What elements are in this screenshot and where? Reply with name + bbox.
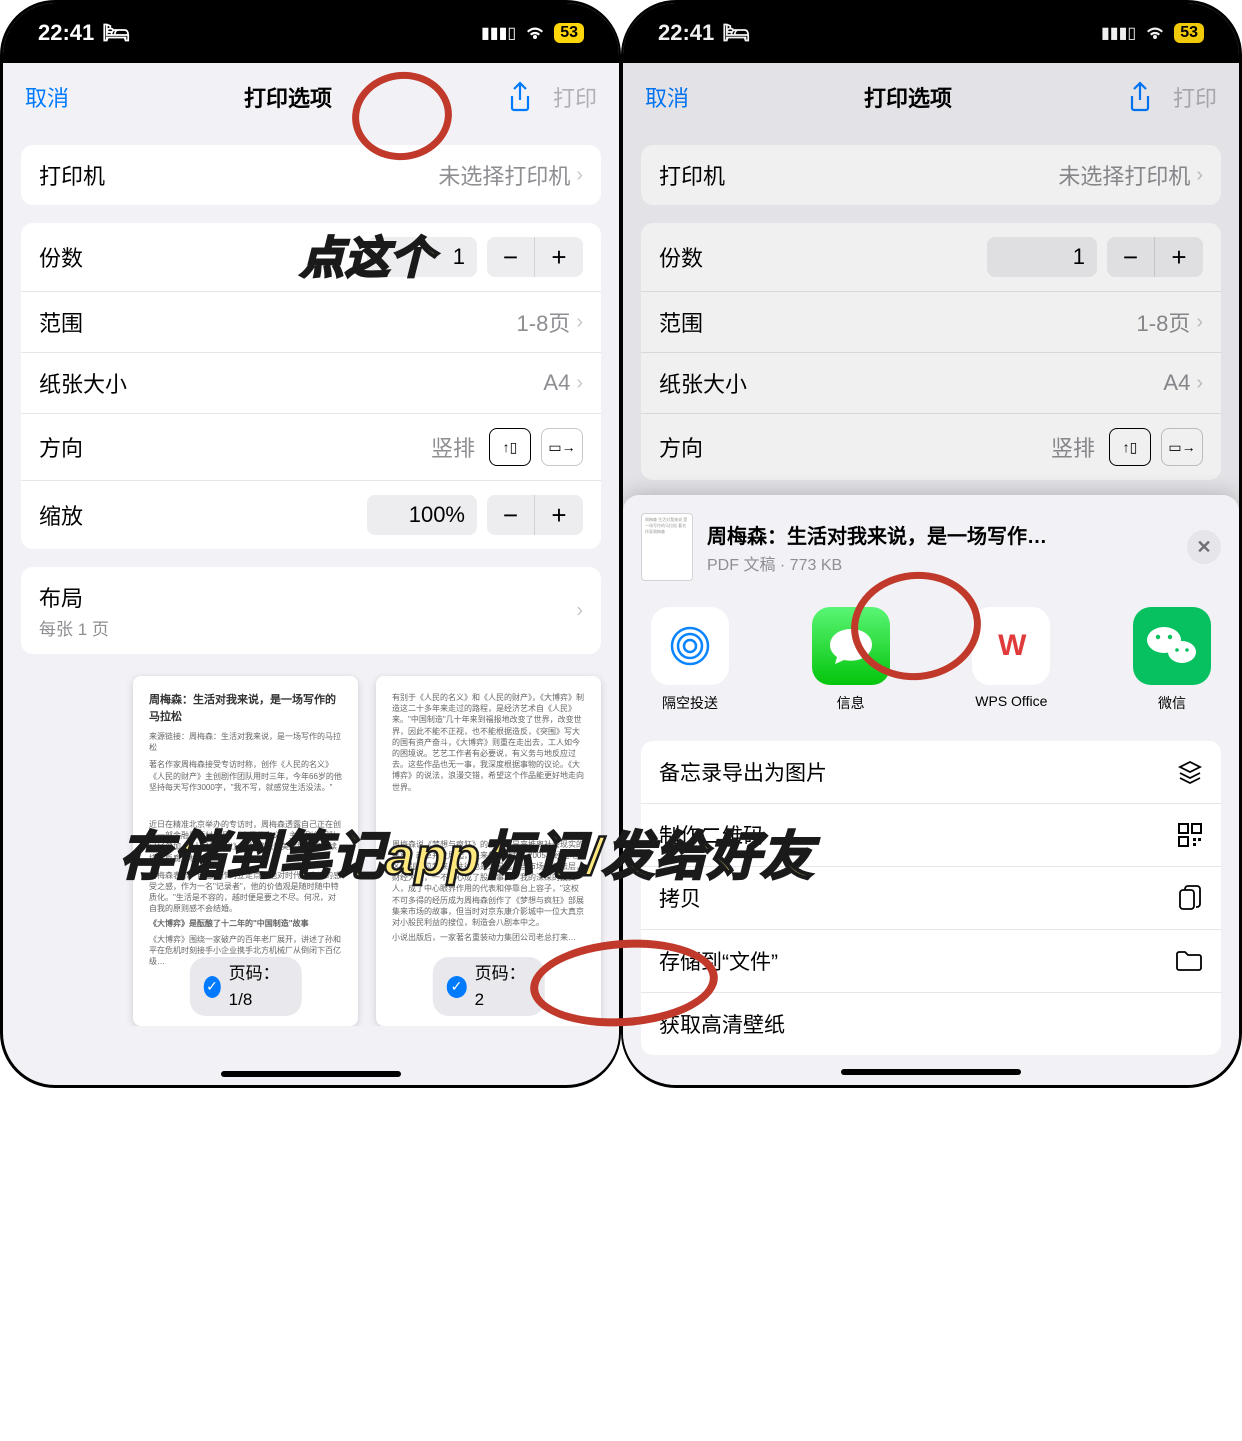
copy-icon [1177, 884, 1203, 912]
wechat-icon [1133, 607, 1211, 685]
close-button[interactable]: ✕ [1187, 530, 1221, 564]
dynamic-island [236, 14, 376, 52]
home-indicator[interactable] [841, 1069, 1021, 1075]
printer-row[interactable]: 打印机 未选择打印机 › [21, 145, 601, 205]
nav-bar: 取消 打印选项 打印 [3, 63, 619, 127]
copies-row: 份数 − + [21, 223, 601, 292]
file-thumbnail: 周梅森 生活对我来说 是一场写作的马拉松 著名作家周梅森 [641, 513, 693, 581]
layers-icon [1177, 759, 1203, 785]
status-bar: 22:41 🛏 ▮▮▮▯ 53 [3, 3, 619, 63]
status-time: 22:41 [38, 20, 94, 46]
page-thumbnail-1[interactable]: 周梅森：生活对我来说，是一场写作的马拉松 来源链接：周梅森：生活对我来说，是一场… [133, 676, 358, 1026]
qrcode-icon [1177, 822, 1203, 848]
home-indicator[interactable] [221, 1071, 401, 1077]
check-icon: ✓ [203, 976, 220, 998]
cancel-button[interactable]: 取消 [25, 81, 69, 113]
orientation-label: 方向 [39, 431, 83, 463]
file-title: 周梅森：生活对我来说，是一场写作… [707, 520, 1173, 549]
messages-icon [812, 607, 890, 685]
chevron-right-icon: › [576, 311, 583, 334]
portrait-button[interactable]: ↑▯ [489, 428, 531, 466]
scale-row: 缩放 − + [21, 481, 601, 549]
phone-right: 22:41 🛏 ▮▮▮▯ 53 取消 打印选项 打印 [621, 0, 1242, 1088]
battery-icon: 53 [554, 23, 584, 43]
paper-value: A4 [543, 370, 570, 396]
action-wallpaper[interactable]: 获取高清壁纸 [641, 993, 1221, 1055]
paper-row[interactable]: 纸张大小 A4 › [21, 353, 601, 414]
app-airdrop[interactable]: 隔空投送 [645, 607, 735, 713]
layout-sub: 每张 1 页 [39, 615, 583, 640]
share-button[interactable] [507, 81, 533, 113]
page-badge: ✓ 页码：1/8 [189, 957, 302, 1016]
action-export-image[interactable]: 备忘录导出为图片 [641, 741, 1221, 804]
chevron-right-icon: › [576, 372, 583, 395]
scale-label: 缩放 [39, 499, 83, 531]
signal-icon: ▮▮▮▯ [481, 23, 516, 43]
layout-label: 布局 [39, 581, 583, 613]
range-label: 范围 [39, 306, 83, 338]
folder-icon [1175, 950, 1203, 972]
check-icon: ✓ [446, 976, 466, 998]
landscape-button[interactable]: ▭→ [541, 428, 583, 466]
scale-plus-button[interactable]: + [535, 495, 583, 535]
phone-left: 22:41 🛏 ▮▮▮▯ 53 取消 打印选项 打印 [0, 0, 621, 1088]
paper-label: 纸张大小 [39, 367, 127, 399]
printer-label: 打印机 [39, 159, 105, 191]
wifi-icon [524, 25, 546, 41]
range-row[interactable]: 范围 1-8页› [21, 292, 601, 353]
app-wps[interactable]: W WPS Office [966, 607, 1056, 713]
range-value: 1-8页 [517, 306, 571, 338]
printer-value: 未选择打印机 [438, 159, 570, 191]
file-meta: PDF 文稿 · 773 KB [707, 551, 1173, 575]
layout-row[interactable]: 布局 每张 1 页 › [21, 567, 601, 654]
action-copy[interactable]: 拷贝 [641, 867, 1221, 930]
preview-area[interactable]: 周梅森：生活对我来说，是一场写作的马拉松 来源链接：周梅森：生活对我来说，是一场… [3, 654, 619, 1026]
chevron-right-icon: › [576, 164, 583, 187]
page-title: 打印选项 [244, 81, 332, 113]
bed-icon: 🛏 [102, 20, 130, 46]
page-badge: ✓ 页码：2 [432, 957, 545, 1016]
copies-plus-button[interactable]: + [535, 237, 583, 277]
action-save-to-files[interactable]: 存储到“文件” [641, 930, 1221, 993]
scale-input[interactable] [367, 495, 477, 535]
orientation-row: 方向 竖排 ↑▯ ▭→ [21, 414, 601, 481]
app-wechat[interactable]: 微信 [1127, 607, 1217, 713]
scale-minus-button[interactable]: − [487, 495, 535, 535]
wps-icon: W [972, 607, 1050, 685]
copies-label: 份数 [39, 241, 83, 273]
share-sheet: 周梅森 生活对我来说 是一场写作的马拉松 著名作家周梅森 周梅森：生活对我来说，… [623, 495, 1239, 1085]
copies-input[interactable] [367, 237, 477, 277]
page-thumbnail-2[interactable]: 有别于《人民的名义》和《人民的财产》，《大博弈》制造这二十多年来走过的路程，是经… [376, 676, 601, 1026]
orientation-value: 竖排 [431, 431, 475, 463]
print-button[interactable]: 打印 [553, 81, 597, 113]
app-messages[interactable]: 信息 [806, 607, 896, 713]
airdrop-icon [651, 607, 729, 685]
chevron-right-icon: › [576, 599, 583, 622]
action-qrcode[interactable]: 制作二维码 [641, 804, 1221, 867]
copies-minus-button[interactable]: − [487, 237, 535, 277]
